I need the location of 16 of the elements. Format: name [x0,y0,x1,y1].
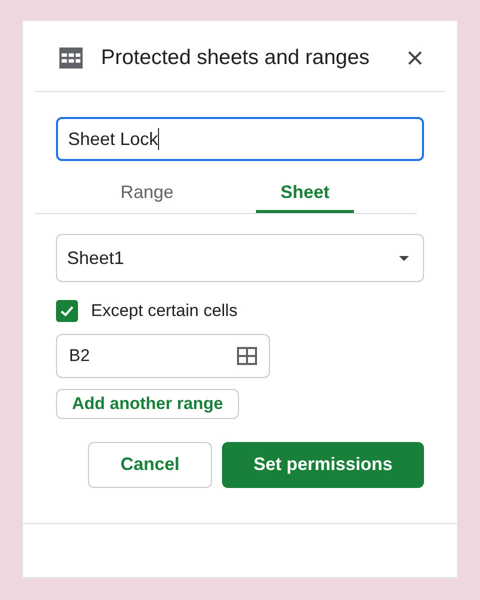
close-icon [407,50,423,66]
range-field[interactable]: B2 [56,334,270,378]
add-range-button[interactable]: Add another range [56,388,240,418]
checkbox-label: Except certain cells [91,300,238,322]
checkbox[interactable] [56,300,78,322]
description-field[interactable]: Sheet Lock [56,117,424,161]
set-permissions-button[interactable]: Set permissions [222,442,424,488]
dropdown-caret-icon [399,256,409,260]
tab[interactable]: Range [98,175,196,213]
close-button[interactable] [407,50,423,66]
text-caret [158,128,160,150]
grid-icon [237,346,257,364]
panel-title: Protected sheets and ranges [101,45,370,72]
tab[interactable]: Sheet [256,175,354,213]
cancel-button[interactable]: Cancel [88,442,212,488]
sheet-dropdown[interactable]: Sheet1 [56,234,424,282]
